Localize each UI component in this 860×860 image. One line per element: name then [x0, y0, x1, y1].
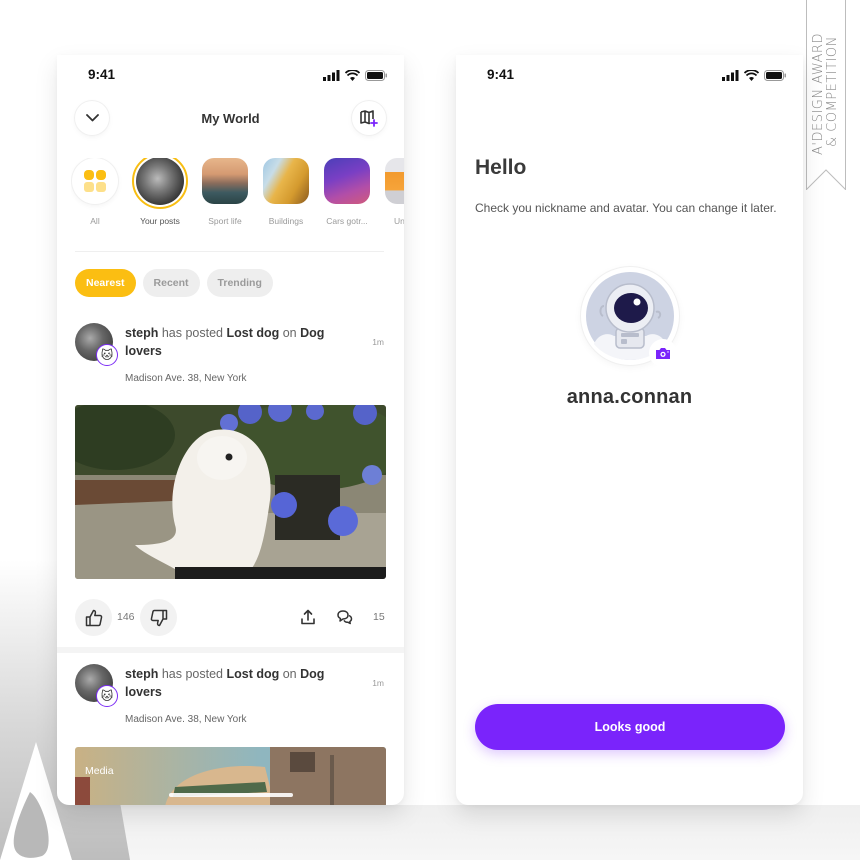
buildings-image: [263, 158, 309, 204]
background-floor: [0, 805, 860, 860]
divider: [75, 251, 384, 252]
thumbs-down-icon: [150, 609, 167, 626]
change-avatar-button[interactable]: [649, 339, 677, 367]
add-map-button[interactable]: [352, 101, 386, 135]
status-bar: 9:41: [456, 67, 803, 87]
battery-icon: [365, 70, 387, 81]
post-location: Madison Ave. 38, New York: [125, 714, 247, 725]
collection-your-posts[interactable]: Your posts: [132, 158, 188, 233]
cars-image: [324, 158, 370, 204]
post-title[interactable]: Lost dog: [226, 326, 279, 340]
share-icon: [301, 609, 315, 625]
filter-nearest[interactable]: Nearest: [75, 269, 136, 297]
post-on: on: [282, 667, 297, 681]
share-button[interactable]: [301, 609, 315, 630]
ribbon-tip-icon: [806, 169, 846, 190]
post-user[interactable]: steph: [125, 326, 158, 340]
status-time: 9:41: [487, 67, 515, 82]
grid-icon: [84, 170, 106, 192]
group-badge: 🐱: [96, 685, 118, 707]
group-badge: 🐱: [96, 344, 118, 366]
post-verb: has posted: [161, 667, 223, 681]
status-time: 9:41: [88, 67, 116, 82]
post-headline: steph has posted Lost dog on Dog lovers: [125, 324, 345, 360]
award-line-2: & COMPETITION: [825, 36, 840, 147]
post-headline: steph has posted Lost dog on Dog lovers: [125, 665, 345, 701]
wifi-icon: [345, 70, 360, 81]
award-text: A'DESIGN AWARD & COMPETITION: [811, 33, 840, 155]
signal-icon: [323, 70, 340, 81]
filter-tabs: Nearest Recent Trending: [75, 269, 273, 297]
post-user[interactable]: steph: [125, 667, 158, 681]
your-posts-image: [136, 158, 184, 205]
comments-icon: [337, 610, 353, 625]
home-indicator[interactable]: [169, 793, 293, 797]
collection-label: Underg: [394, 216, 404, 226]
thumbs-up-icon: [85, 609, 102, 626]
underground-image: [385, 158, 404, 204]
camera-icon: [656, 347, 670, 359]
post-time: 1m: [372, 337, 384, 347]
signal-icon: [722, 70, 739, 81]
collections-row: All Your posts Sport life Buildings Cars…: [71, 158, 404, 233]
comment-count: 15: [373, 611, 385, 623]
collection-label: All: [90, 216, 100, 226]
battery-icon: [764, 70, 786, 81]
collection-label: Your posts: [140, 216, 180, 226]
like-count: 146: [117, 611, 135, 623]
post-on: on: [282, 326, 297, 340]
comments-button[interactable]: [336, 609, 353, 630]
dislike-button[interactable]: [140, 599, 177, 636]
looks-good-button[interactable]: Looks good: [475, 704, 785, 750]
post-title[interactable]: Lost dog: [226, 667, 279, 681]
collection-buildings[interactable]: Buildings: [262, 158, 310, 233]
collection-label: Sport life: [208, 216, 242, 226]
post-time: 1m: [372, 678, 384, 688]
collection-all[interactable]: All: [71, 158, 119, 233]
post-actions: 146 15: [75, 599, 386, 637]
greeting-description: Check you nickname and avatar. You can c…: [475, 201, 777, 215]
status-bar: 9:41: [57, 67, 404, 87]
map-add-icon: [360, 109, 378, 127]
like-button[interactable]: [75, 599, 112, 636]
nickname: anna.connan: [566, 386, 693, 408]
post-image[interactable]: [75, 405, 386, 579]
onboarding-screen: 9:41 Hello Check you nickname and avatar…: [456, 55, 803, 805]
post-location: Madison Ave. 38, New York: [125, 373, 247, 384]
wifi-icon: [744, 70, 759, 81]
dog-photo: [75, 405, 386, 579]
post-verb: has posted: [161, 326, 223, 340]
post-separator: [57, 647, 404, 653]
award-line-1: A'DESIGN AWARD: [811, 33, 826, 155]
collection-label: Buildings: [268, 216, 304, 226]
collection-cars[interactable]: Cars gotr...: [323, 158, 371, 233]
media-label: Media: [85, 765, 114, 777]
collection-sport-life[interactable]: Sport life: [201, 158, 249, 233]
sport-life-image: [202, 158, 248, 204]
feed-screen: 9:41 My World All Your posts Sport life …: [57, 55, 404, 805]
filter-trending[interactable]: Trending: [206, 269, 273, 297]
collection-underground[interactable]: Underg: [384, 158, 404, 233]
filter-recent[interactable]: Recent: [142, 269, 200, 297]
collection-label: Cars gotr...: [326, 216, 368, 226]
greeting-title: Hello: [475, 156, 527, 179]
